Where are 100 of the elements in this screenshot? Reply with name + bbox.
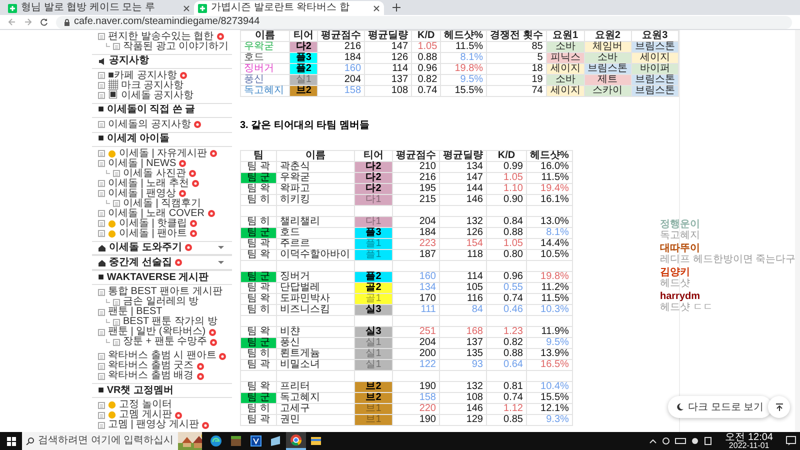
table-cell: 204: [392, 216, 440, 228]
table-cell: 0.74: [486, 294, 526, 304]
table-cell: 0.96: [486, 272, 526, 282]
table-cell: 84: [440, 304, 486, 316]
table-cell: 204: [392, 338, 440, 348]
menu-section-title[interactable]: ■ VR챗 고정멤버: [98, 386, 174, 396]
board-link[interactable]: ▣ 이세돌 공지사항: [108, 90, 194, 101]
tab-title: 가볍시즌 발로란트 왁타버스 합: [211, 3, 350, 13]
table-cell: 223: [392, 238, 440, 250]
board-link[interactable]: 작품된 광고 이야기하기: [123, 42, 229, 52]
board-link[interactable]: BEST 팬툰 작가의 방: [123, 317, 218, 328]
table-cell: 권민: [276, 414, 354, 426]
table-cell: 1.10: [486, 184, 526, 194]
board-link[interactable]: 왁타버스 출범 굿즈: [108, 361, 194, 372]
table-cell: 1.05: [412, 42, 441, 52]
table-cell: 10.4%: [526, 382, 572, 392]
table-cell: 11.9%: [526, 326, 572, 338]
table-cell: 팀 히: [240, 216, 276, 228]
board-link[interactable]: 왁타버스 출범 배경: [108, 371, 194, 382]
table-cell: 74: [486, 86, 546, 96]
table-cell: 144: [440, 184, 486, 194]
chat-message: 독고혜지: [660, 230, 700, 241]
tier-cell: 골2: [354, 282, 392, 294]
table-cell: 16.5%: [526, 360, 572, 370]
table-cell: 팀 왁: [240, 184, 276, 194]
board-link[interactable]: 금손 일러레의 방: [123, 297, 199, 308]
search-field[interactable]: 검색하려면 여기에 입력하십시: [22, 432, 202, 450]
table-cell: 9.5%: [526, 338, 572, 348]
table-cell: 19.8%: [440, 64, 487, 74]
table-cell: 160: [392, 272, 440, 282]
board-link[interactable]: 이세돌 | 팬영상: [108, 188, 176, 199]
board-link[interactable]: 이세돌 사진관: [123, 168, 186, 179]
table-cell: 팀 곽: [240, 414, 276, 426]
column-header: 평균딜량: [440, 150, 486, 162]
table-cell: 1.12: [486, 404, 526, 414]
search-placeholder: 검색하려면 여기에 입력하십시: [38, 436, 174, 446]
board-link[interactable]: 이세돌 | NEWS: [108, 158, 176, 169]
table-cell: 1.05: [486, 172, 526, 184]
chat-username: harrydm: [660, 292, 700, 302]
menu-section-title[interactable]: 공지사항: [109, 56, 149, 66]
table-cell: 11.5%: [440, 42, 487, 52]
table-cell: 184: [392, 228, 440, 238]
board-link[interactable]: 고멤 | 팬영상 게시판: [108, 420, 199, 430]
board-link[interactable]: ■카페 공지사항: [108, 70, 177, 81]
board-link[interactable]: 팬툰 | BEST: [108, 307, 162, 318]
chat-message: 레디프 헤드한방이면 죽는다구: [660, 254, 796, 265]
board-link[interactable]: 팬툰 | 일반 (왁타버스): [108, 327, 206, 338]
table-cell: 170: [392, 294, 440, 304]
table-cell: 111: [392, 304, 440, 316]
table-cell: 18: [486, 64, 546, 74]
table-cell: 146: [440, 404, 486, 414]
table-cell: 제트: [584, 74, 632, 86]
board-link[interactable]: 이세돌 | 노래 COVER: [108, 208, 204, 219]
board-link[interactable]: 고멤 게시판: [119, 410, 172, 420]
board-link[interactable]: 고정 놀이터: [119, 400, 172, 410]
menu-section-title[interactable]: ■ WAKTAVERSE 게시판: [98, 272, 209, 283]
table-cell: 147: [364, 42, 412, 52]
board-link[interactable]: 이세돌 | 핫클립: [119, 218, 188, 229]
table-cell: 187: [392, 250, 440, 260]
board-link[interactable]: ▦ 마크 공지사항: [108, 80, 184, 91]
table-cell: 200: [392, 348, 440, 360]
table-cell: 곽춘식: [276, 162, 354, 172]
board-link[interactable]: 편지한 발송수있는 협한: [108, 32, 214, 42]
table-cell: 도파민박사: [276, 294, 354, 304]
table-cell: 0.84: [486, 216, 526, 228]
table-cell: 이덕수할아바이: [276, 250, 354, 260]
dark-mode-button[interactable]: 다크 모드로 보기: [668, 396, 772, 418]
table-cell: 168: [440, 326, 486, 338]
table-cell: 19: [486, 74, 546, 86]
menu-section-title[interactable]: ■ 이세돌이 직접 쓴 글: [98, 105, 196, 116]
board-link[interactable]: 이세돌 | 팬아트: [119, 228, 188, 239]
table-cell: 0.96: [412, 64, 441, 74]
table-cell: 116: [440, 294, 486, 304]
board-link[interactable]: 장툰 + 팬툰 수망주: [123, 337, 208, 348]
browser-tab[interactable]: 형님 발로 협방 케이드 모는 루: [4, 1, 194, 15]
tier-cell: 골1: [354, 294, 392, 304]
table-cell: 독고혜지: [240, 86, 290, 96]
table-cell: 8.1%: [526, 228, 572, 238]
url-text: cafe.naver.com/steamindiegame/8273944: [74, 17, 260, 27]
menu-section-title[interactable]: 중간계 선술집: [109, 258, 172, 268]
browser-tab[interactable]: 가볍시즌 발로란트 왁타버스 합: [194, 1, 384, 15]
board-link[interactable]: 통합 BEST 팬아트 게시판: [108, 287, 222, 298]
tier-cell: 플2: [354, 272, 392, 282]
table-cell: 11.2%: [526, 282, 572, 294]
table-cell: 126: [440, 228, 486, 238]
board-link[interactable]: 이세돌 | 직캠후기: [123, 198, 202, 209]
board-link[interactable]: 이세돌 | 자유게시판: [119, 148, 208, 159]
board-link[interactable]: 이세돌의 공지사항: [108, 120, 191, 130]
tier-cell: 브2: [354, 382, 392, 392]
table-cell: 10.3%: [526, 304, 572, 316]
menu-section-title[interactable]: ■ 이세계 아이돌: [98, 134, 170, 144]
table-cell: 12.1%: [526, 404, 572, 414]
board-link[interactable]: 왁타버스 출범 시 팬아트: [108, 351, 216, 362]
column-header: 평균딜량: [364, 30, 412, 42]
table-cell: 251: [392, 326, 440, 338]
chat-username: 정행운이: [660, 220, 700, 230]
board-link[interactable]: 이세돌 | 노래 추천: [108, 178, 189, 189]
menu-section-title[interactable]: 이세돌 도와주기: [109, 242, 182, 253]
table-cell: 122: [392, 360, 440, 370]
address-bar[interactable]: cafe.naver.com/steamindiegame/8273944: [56, 16, 792, 28]
